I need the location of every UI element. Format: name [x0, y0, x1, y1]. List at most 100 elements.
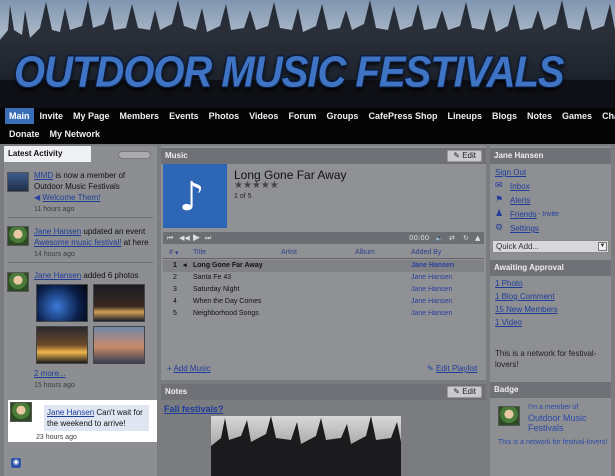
track-added-by[interactable]: Jane Hansen	[411, 284, 452, 296]
playlist-row[interactable]: 1 ◂ Long Gone Far Away Jane Hansen	[163, 260, 484, 272]
nav-item-cafepress-shop[interactable]: CafePress Shop	[364, 108, 441, 124]
inbox-link[interactable]: Inbox	[510, 182, 530, 191]
activity-item: MMD is now a member of Outdoor Music Fes…	[34, 170, 149, 215]
music-header: Music ✎ Edit	[161, 148, 486, 164]
nav-item-groups[interactable]: Groups	[322, 108, 362, 124]
track-added-by[interactable]: Jane Hansen	[411, 308, 452, 320]
track-added-by[interactable]: Jane Hansen	[411, 260, 454, 272]
sort-icon[interactable]: ▾	[175, 247, 179, 259]
site-title[interactable]: OUTDOOR MUSIC FESTIVALS	[14, 48, 565, 98]
activity-time: 15 hours ago	[34, 382, 75, 389]
activity-time: 14 hours ago	[34, 251, 75, 258]
play-icon[interactable]: ▶	[193, 232, 200, 244]
track-added-by[interactable]: Jane Hansen	[411, 296, 452, 308]
activity-item-footer: 2 more... 15 hours ago	[34, 368, 75, 391]
nav-item-games[interactable]: Games	[558, 108, 596, 124]
repeat-icon[interactable]: ↻	[463, 232, 469, 244]
approval-item[interactable]: 1 Video	[495, 318, 522, 327]
notes-header: Notes ✎ Edit	[161, 384, 486, 400]
nav-item-forum[interactable]: Forum	[284, 108, 320, 124]
user-link[interactable]: Jane Hansen	[34, 227, 81, 236]
playlist-row[interactable]: 4 When the Day Comes Jane Hansen	[163, 296, 484, 308]
activity-time: 23 hours ago	[36, 434, 77, 441]
user-link[interactable]: Jane Hansen	[34, 271, 81, 280]
note-post-title[interactable]: Fall festivals?	[164, 404, 224, 414]
nav-item-lineups[interactable]: Lineups	[443, 108, 486, 124]
nav-item-members[interactable]: Members	[116, 108, 164, 124]
alerts-icon: ⚑	[495, 195, 504, 205]
friends-link[interactable]: Friends	[510, 210, 537, 219]
activity-time: 11 hours ago	[34, 206, 75, 213]
now-playing-icon: ◂	[183, 262, 187, 269]
notes-edit-button[interactable]: ✎ Edit	[447, 386, 482, 398]
user-link[interactable]: Jane Hansen	[47, 408, 94, 417]
activity-text: updated an event	[81, 227, 146, 236]
nav-item-main[interactable]: Main	[5, 108, 34, 124]
shuffle-icon[interactable]: ⇄	[449, 232, 455, 244]
edit-label: Edit	[462, 151, 476, 160]
rss-icon[interactable]: ◉	[11, 458, 21, 468]
col-album[interactable]: Album	[355, 247, 375, 259]
col-artist[interactable]: Artist	[281, 247, 297, 259]
edit-playlist-link[interactable]: ✎ Edit Playlist	[427, 364, 477, 373]
notes-panel: Notes ✎ Edit Fall festivals?	[161, 384, 486, 476]
nav-item-invite[interactable]: Invite	[36, 108, 68, 124]
expand-icon[interactable]: ▲	[475, 232, 480, 244]
more-photos-link[interactable]: 2 more...	[34, 369, 66, 378]
avatar[interactable]	[7, 172, 29, 192]
nav-item-videos[interactable]: Videos	[245, 108, 282, 124]
photo-thumbnail[interactable]	[93, 284, 145, 322]
nav-item-blogs[interactable]: Blogs	[488, 108, 521, 124]
avatar[interactable]	[7, 226, 29, 246]
photo-thumbnail[interactable]	[36, 326, 88, 364]
chevron-down-icon: ▼	[598, 242, 607, 251]
avatar[interactable]	[10, 402, 32, 422]
approval-title: Awaiting Approval	[494, 263, 564, 272]
rating-stars[interactable]: ★★★★★	[234, 180, 279, 191]
event-link[interactable]: Awesome music festival!	[34, 238, 121, 247]
nav-item-donate[interactable]: Donate	[5, 126, 44, 142]
quick-add-select[interactable]: Quick Add... ▼	[492, 240, 609, 253]
music-edit-button[interactable]: ✎ Edit	[447, 150, 482, 162]
add-music-link[interactable]: + Add Music	[167, 364, 211, 373]
badge-widget[interactable]: I'm a member of Outdoor Music Festivals …	[496, 402, 608, 462]
time-display: 00:00	[409, 234, 430, 242]
volume-icon[interactable]: 🔈	[435, 232, 444, 244]
alerts-link[interactable]: Alerts	[510, 196, 530, 205]
main-nav: Main Invite My Page Members Events Photos Vide…	[0, 108, 615, 144]
settings-link[interactable]: Settings	[510, 224, 539, 233]
activity-time-wrap: 23 hours ago	[36, 431, 77, 443]
user-link[interactable]: MMD	[34, 171, 53, 180]
nav-item-photos[interactable]: Photos	[205, 108, 244, 124]
nav-item-events[interactable]: Events	[165, 108, 203, 124]
approval-header: Awaiting Approval	[490, 260, 611, 276]
rewind-icon[interactable]: ◀◀	[179, 232, 190, 244]
playlist-row[interactable]: 2 Santa Fe 43 Jane Hansen	[163, 272, 484, 284]
nav-item-notes[interactable]: Notes	[523, 108, 556, 124]
col-title[interactable]: Title	[193, 247, 206, 259]
photo-thumbnail[interactable]	[93, 326, 145, 364]
nav-item-my-network[interactable]: My Network	[46, 126, 105, 142]
invite-link[interactable]: - Invite	[538, 211, 559, 218]
activity-item: Jane Hansen added 6 photos	[34, 270, 149, 281]
playlist-row[interactable]: 3 Saturday Night Jane Hansen	[163, 284, 484, 296]
activity-toggle[interactable]	[118, 151, 151, 159]
track-added-by[interactable]: Jane Hansen	[411, 272, 452, 284]
col-num[interactable]: #	[169, 247, 173, 259]
badge-member-of: I'm a member of	[528, 404, 579, 411]
approval-item[interactable]: 15 New Members	[495, 305, 558, 314]
photo-thumbnail[interactable]	[36, 284, 88, 322]
next-icon[interactable]: ⏭	[205, 232, 211, 244]
col-added-by[interactable]: Added By	[411, 247, 441, 259]
playlist-row[interactable]: 5 Neighborhood Songs Jane Hansen	[163, 308, 484, 320]
avatar[interactable]	[7, 272, 29, 292]
sign-out-link[interactable]: Sign Out	[495, 168, 526, 177]
nav-item-my-page[interactable]: My Page	[69, 108, 114, 124]
previous-icon[interactable]: ⏮	[167, 232, 173, 244]
welcome-link[interactable]: Welcome Them!	[42, 193, 100, 202]
approval-item[interactable]: 1 Photo	[495, 279, 523, 288]
track-num: 3	[173, 286, 177, 293]
nav-item-chat[interactable]: Chat	[598, 108, 615, 124]
approval-item[interactable]: 1 Blog Comment	[495, 292, 555, 301]
badge-network-name: Outdoor Music Festivals	[528, 413, 587, 433]
